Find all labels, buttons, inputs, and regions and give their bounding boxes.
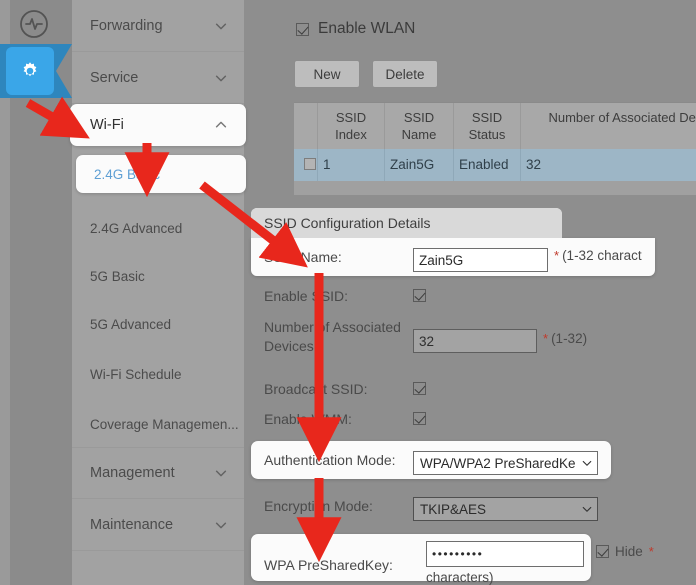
router-admin-screen: Forwarding Service Wi-Fi 2.4G Basic 2.4G… bbox=[0, 0, 696, 585]
annotation-arrows-layer bbox=[25, 96, 342, 563]
arrow-to-ssid-name bbox=[199, 181, 308, 268]
arrow-to-wifi-menu bbox=[25, 96, 90, 139]
